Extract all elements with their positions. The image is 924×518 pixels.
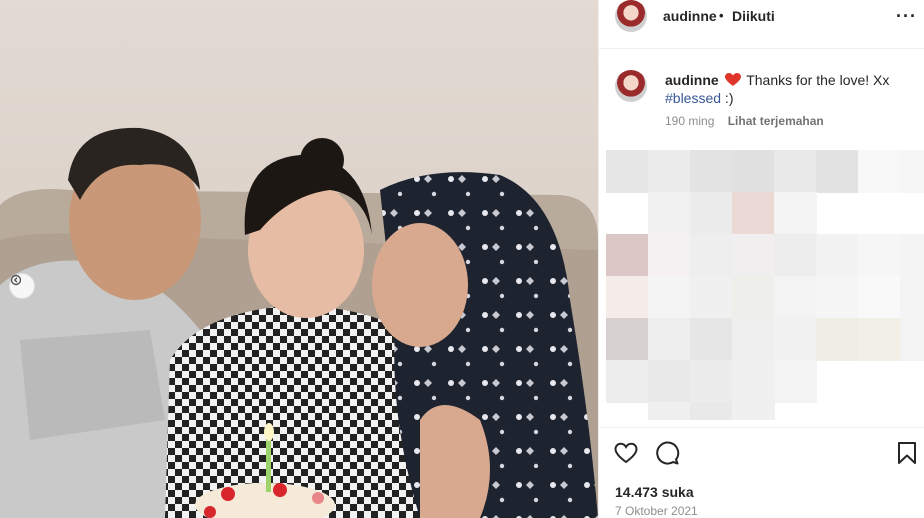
heart-outline-icon[interactable] (613, 440, 639, 466)
blurred-comments-area (606, 150, 924, 420)
bookmark-icon[interactable] (894, 440, 920, 466)
post-header: audinne • Diikuti ··· (599, 0, 924, 32)
caption-suffix: :) (721, 90, 734, 106)
post-date[interactable]: 7 Oktober 2021 (615, 504, 698, 518)
chevron-left-icon (10, 274, 22, 286)
like-count[interactable]: 14.473 suka (615, 484, 694, 500)
divider (599, 48, 924, 49)
time-ago: 190 ming (665, 114, 715, 128)
see-translation-link[interactable]: Lihat terjemahan (728, 114, 824, 128)
post-caption: audinne Thanks for the love! Xx #blessed… (665, 71, 915, 107)
caption-username[interactable]: audinne (665, 72, 719, 88)
follow-status-button[interactable]: Diikuti (732, 8, 775, 24)
red-heart-emoji-icon (724, 73, 741, 86)
post-photo[interactable] (0, 0, 598, 518)
caption-avatar[interactable] (615, 70, 647, 102)
instagram-post-view: audinne • Diikuti ··· audinne Thanks for… (0, 0, 924, 518)
caption-meta: 190 ming Lihat terjemahan (665, 114, 824, 128)
avatar[interactable] (615, 0, 647, 32)
birthday-photo-illustration (0, 127, 598, 518)
divider (599, 427, 924, 428)
post-actions-bar (599, 440, 924, 468)
post-details-panel: audinne • Diikuti ··· audinne Thanks for… (598, 0, 924, 518)
caption-text: Thanks for the love! Xx (746, 72, 890, 88)
more-options-icon[interactable]: ··· (896, 6, 917, 27)
hashtag-link[interactable]: #blessed (665, 90, 721, 106)
previous-slide-button[interactable] (9, 273, 35, 299)
separator-dot: • (719, 8, 724, 23)
header-username[interactable]: audinne (663, 8, 717, 24)
comment-bubble-icon[interactable] (654, 440, 680, 466)
